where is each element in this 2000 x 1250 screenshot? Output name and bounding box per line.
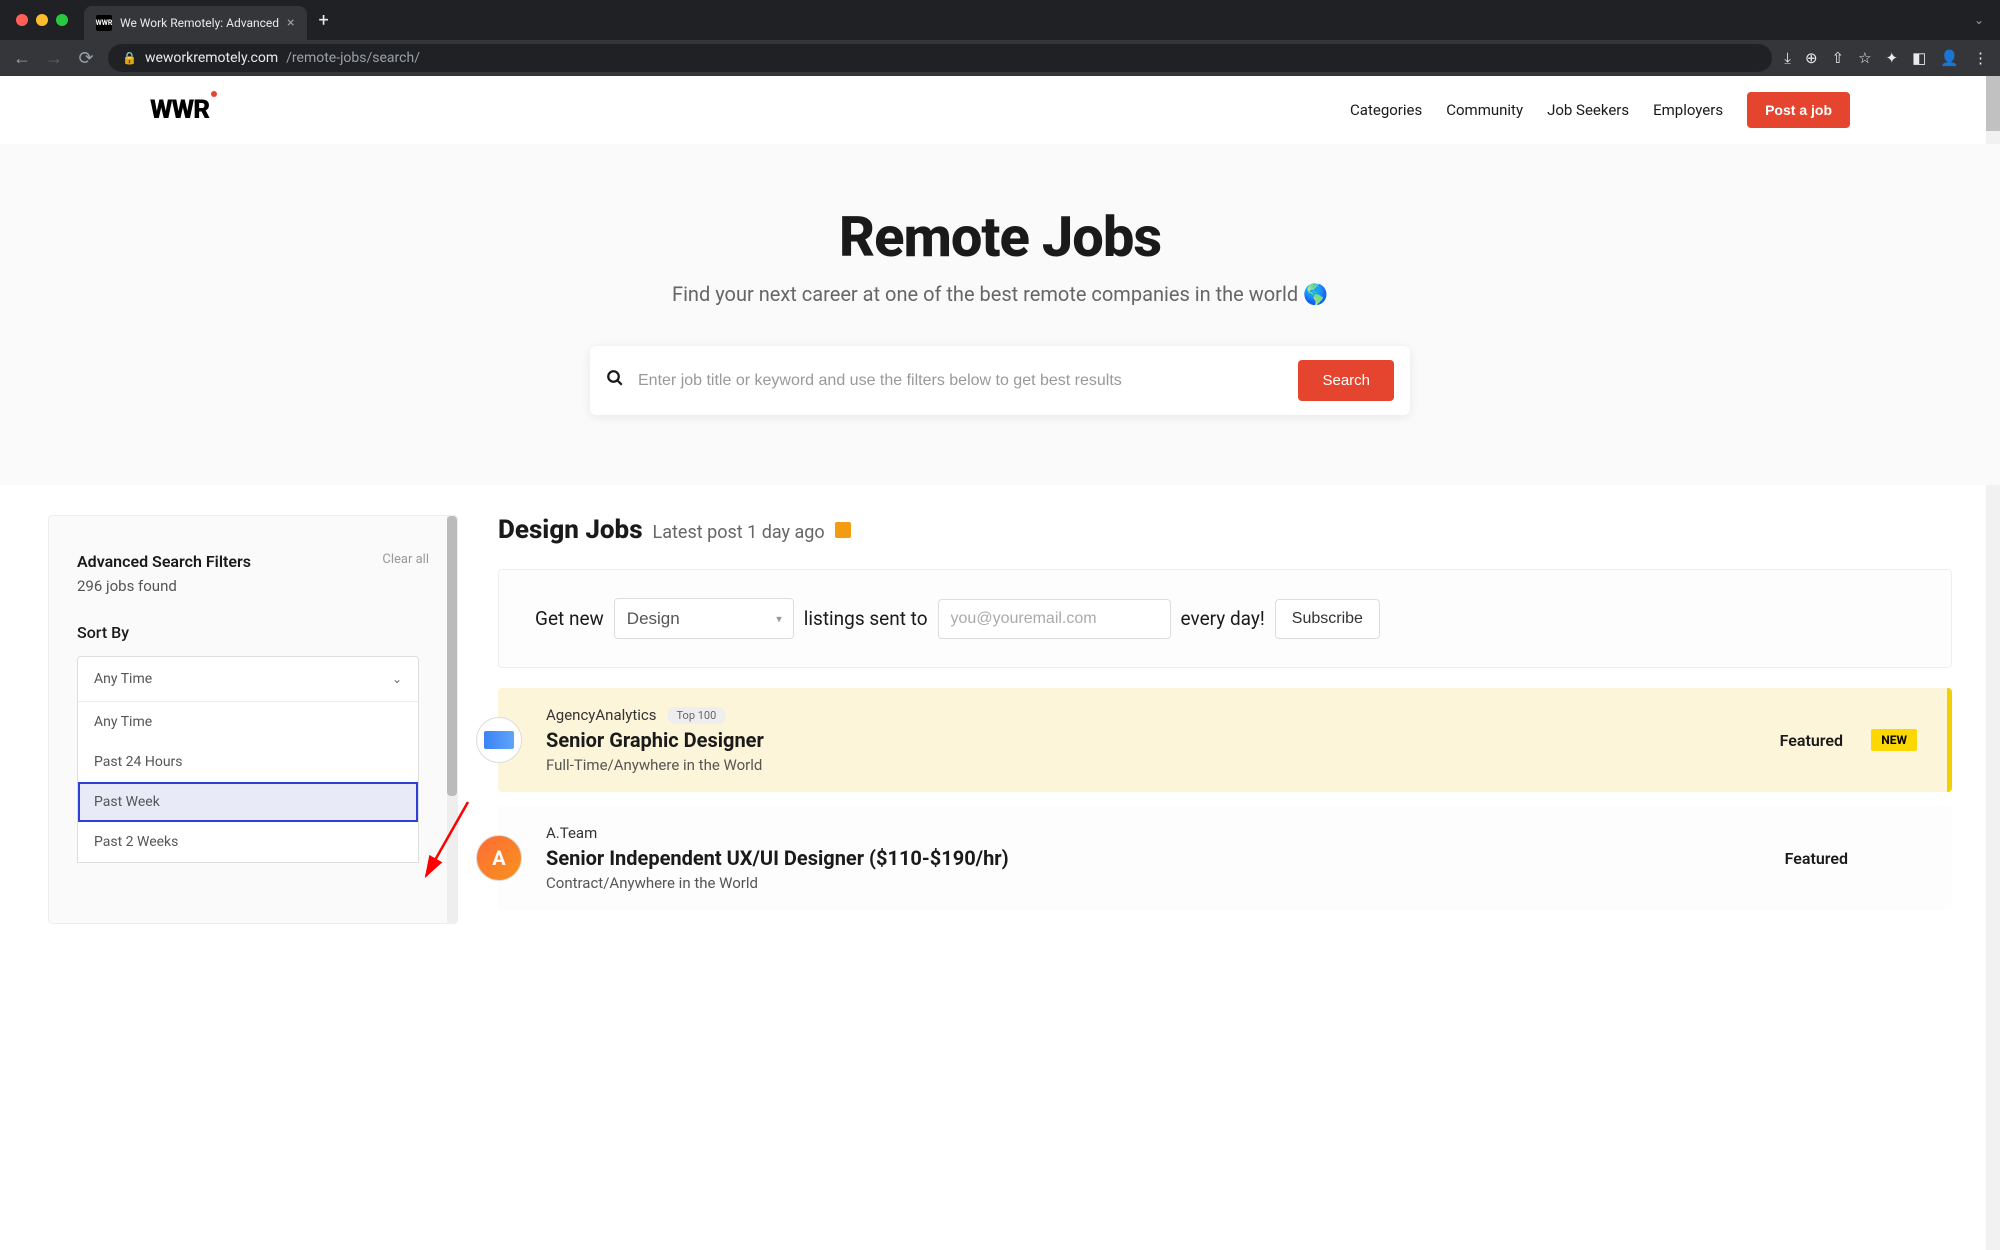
results-section: Design Jobs Latest post 1 day ago Get ne… (498, 515, 1952, 924)
job-card[interactable]: AgencyAnalytics Top 100 Senior Graphic D… (498, 688, 1952, 792)
job-content: A.Team Senior Independent UX/UI Designer… (546, 824, 1765, 892)
menu-icon[interactable]: ⋮ (1973, 49, 1988, 67)
rss-icon[interactable] (835, 522, 851, 538)
filters-panel: Advanced Search Filters Clear all 296 jo… (48, 515, 458, 924)
back-button[interactable]: ← (12, 48, 32, 69)
search-box: Search (590, 346, 1410, 415)
sort-option-any-time[interactable]: Any Time (78, 702, 418, 742)
main-nav: Categories Community Job Seekers Employe… (1350, 92, 1850, 128)
url-path: /remote-jobs/search/ (286, 50, 420, 66)
latest-post-text: Latest post 1 day ago (653, 522, 825, 543)
tab-favicon-icon: WWR (96, 15, 112, 31)
job-title: Senior Independent UX/UI Designer ($110-… (546, 846, 1765, 870)
profile-icon[interactable]: 👤 (1940, 49, 1959, 67)
side-panel-icon[interactable]: ◧ (1912, 49, 1926, 67)
hero-title: Remote Jobs (0, 204, 2000, 270)
site-header: WWR Categories Community Job Seekers Emp… (0, 76, 2000, 144)
sort-option-past-24-hours[interactable]: Past 24 Hours (78, 742, 418, 782)
filters-title: Advanced Search Filters (77, 552, 251, 571)
subscribe-bar: Get new Design listings sent to every da… (498, 569, 1952, 668)
job-featured-label: Featured (1785, 849, 1848, 868)
nav-community[interactable]: Community (1446, 101, 1523, 119)
sort-dropdown[interactable]: Any Time ⌄ Any Time Past 24 Hours Past W… (77, 656, 419, 863)
subscribe-email-input[interactable] (938, 599, 1171, 639)
hero-section: Remote Jobs Find your next career at one… (0, 144, 2000, 485)
chevron-down-icon: ⌄ (392, 672, 402, 686)
sort-dropdown-options: Any Time Past 24 Hours Past Week Past 2 … (78, 701, 418, 862)
sort-option-past-2-weeks[interactable]: Past 2 Weeks (78, 822, 418, 862)
content-area: Advanced Search Filters Clear all 296 jo… (0, 485, 2000, 924)
job-meta: Full-Time/Anywhere in the World (546, 756, 1760, 774)
new-badge: NEW (1871, 729, 1917, 751)
job-company: AgencyAnalytics (546, 706, 657, 724)
sort-option-past-week[interactable]: Past Week (78, 782, 418, 822)
hero-subtitle: Find your next career at one of the best… (0, 282, 2000, 306)
jobs-found-count: 296 jobs found (77, 577, 429, 595)
close-tab-icon[interactable]: × (287, 15, 294, 31)
job-logo: A (476, 835, 522, 881)
lock-icon: 🔒 (122, 51, 137, 65)
subscribe-text-mid: listings sent to (804, 607, 928, 630)
page-content: WWR Categories Community Job Seekers Emp… (0, 76, 2000, 1250)
url-host: weworkremotely.com (145, 50, 278, 66)
maximize-window-button[interactable] (56, 14, 68, 26)
filters-scrollbar[interactable] (447, 516, 457, 923)
nav-categories[interactable]: Categories (1350, 101, 1422, 119)
browser-toolbar: ← → ⟳ 🔒 weworkremotely.com/remote-jobs/s… (0, 40, 2000, 76)
search-icon (606, 369, 624, 392)
filters-header: Advanced Search Filters Clear all (77, 552, 429, 571)
sort-label: Sort By (77, 623, 429, 642)
subscribe-button[interactable]: Subscribe (1275, 599, 1380, 639)
job-company: A.Team (546, 824, 597, 842)
new-tab-button[interactable]: + (319, 10, 329, 31)
site-logo[interactable]: WWR (150, 95, 209, 125)
post-job-button[interactable]: Post a job (1747, 92, 1850, 128)
results-header: Design Jobs Latest post 1 day ago (498, 515, 1952, 545)
browser-tab-bar: WWR We Work Remotely: Advanced × + ⌄ (0, 0, 2000, 40)
sort-dropdown-selected[interactable]: Any Time ⌄ (78, 657, 418, 701)
install-icon[interactable]: ⤓ (1784, 49, 1791, 67)
job-featured-label: Featured (1780, 731, 1843, 750)
clear-all-link[interactable]: Clear all (382, 552, 429, 571)
nav-employers[interactable]: Employers (1653, 101, 1723, 119)
page-scrollbar-thumb[interactable] (1986, 76, 2000, 131)
sort-selected-value: Any Time (94, 671, 152, 687)
share-icon[interactable]: ⇧ (1832, 49, 1845, 67)
top100-badge: Top 100 (667, 707, 727, 724)
search-input[interactable] (638, 372, 1284, 390)
job-card[interactable]: A A.Team Senior Independent UX/UI Design… (498, 806, 1952, 910)
job-title: Senior Graphic Designer (546, 728, 1760, 752)
job-meta: Contract/Anywhere in the World (546, 874, 1765, 892)
extensions-icon[interactable]: ✦ (1886, 49, 1899, 67)
address-bar[interactable]: 🔒 weworkremotely.com/remote-jobs/search/ (108, 44, 1772, 72)
window-controls (16, 14, 68, 26)
bookmark-icon[interactable]: ☆ (1858, 49, 1871, 67)
job-content: AgencyAnalytics Top 100 Senior Graphic D… (546, 706, 1760, 774)
browser-toolbar-icons: ⤓ ⊕ ⇧ ☆ ✦ ◧ 👤 ⋮ (1784, 49, 1988, 67)
subscribe-text-before: Get new (535, 607, 604, 630)
search-button[interactable]: Search (1298, 360, 1394, 401)
zoom-icon[interactable]: ⊕ (1805, 49, 1818, 67)
forward-button[interactable]: → (44, 48, 64, 69)
tabs-chevron-icon[interactable]: ⌄ (1974, 13, 1984, 27)
reload-button[interactable]: ⟳ (76, 48, 96, 69)
subscribe-text-after: every day! (1181, 607, 1265, 630)
results-title: Design Jobs (498, 515, 643, 545)
minimize-window-button[interactable] (36, 14, 48, 26)
subscribe-category-select[interactable]: Design (614, 598, 794, 639)
browser-tab[interactable]: WWR We Work Remotely: Advanced × (84, 6, 307, 40)
filters-scrollbar-thumb[interactable] (447, 516, 457, 796)
job-logo (476, 717, 522, 763)
close-window-button[interactable] (16, 14, 28, 26)
nav-job-seekers[interactable]: Job Seekers (1547, 101, 1629, 119)
tab-title: We Work Remotely: Advanced (120, 16, 279, 30)
